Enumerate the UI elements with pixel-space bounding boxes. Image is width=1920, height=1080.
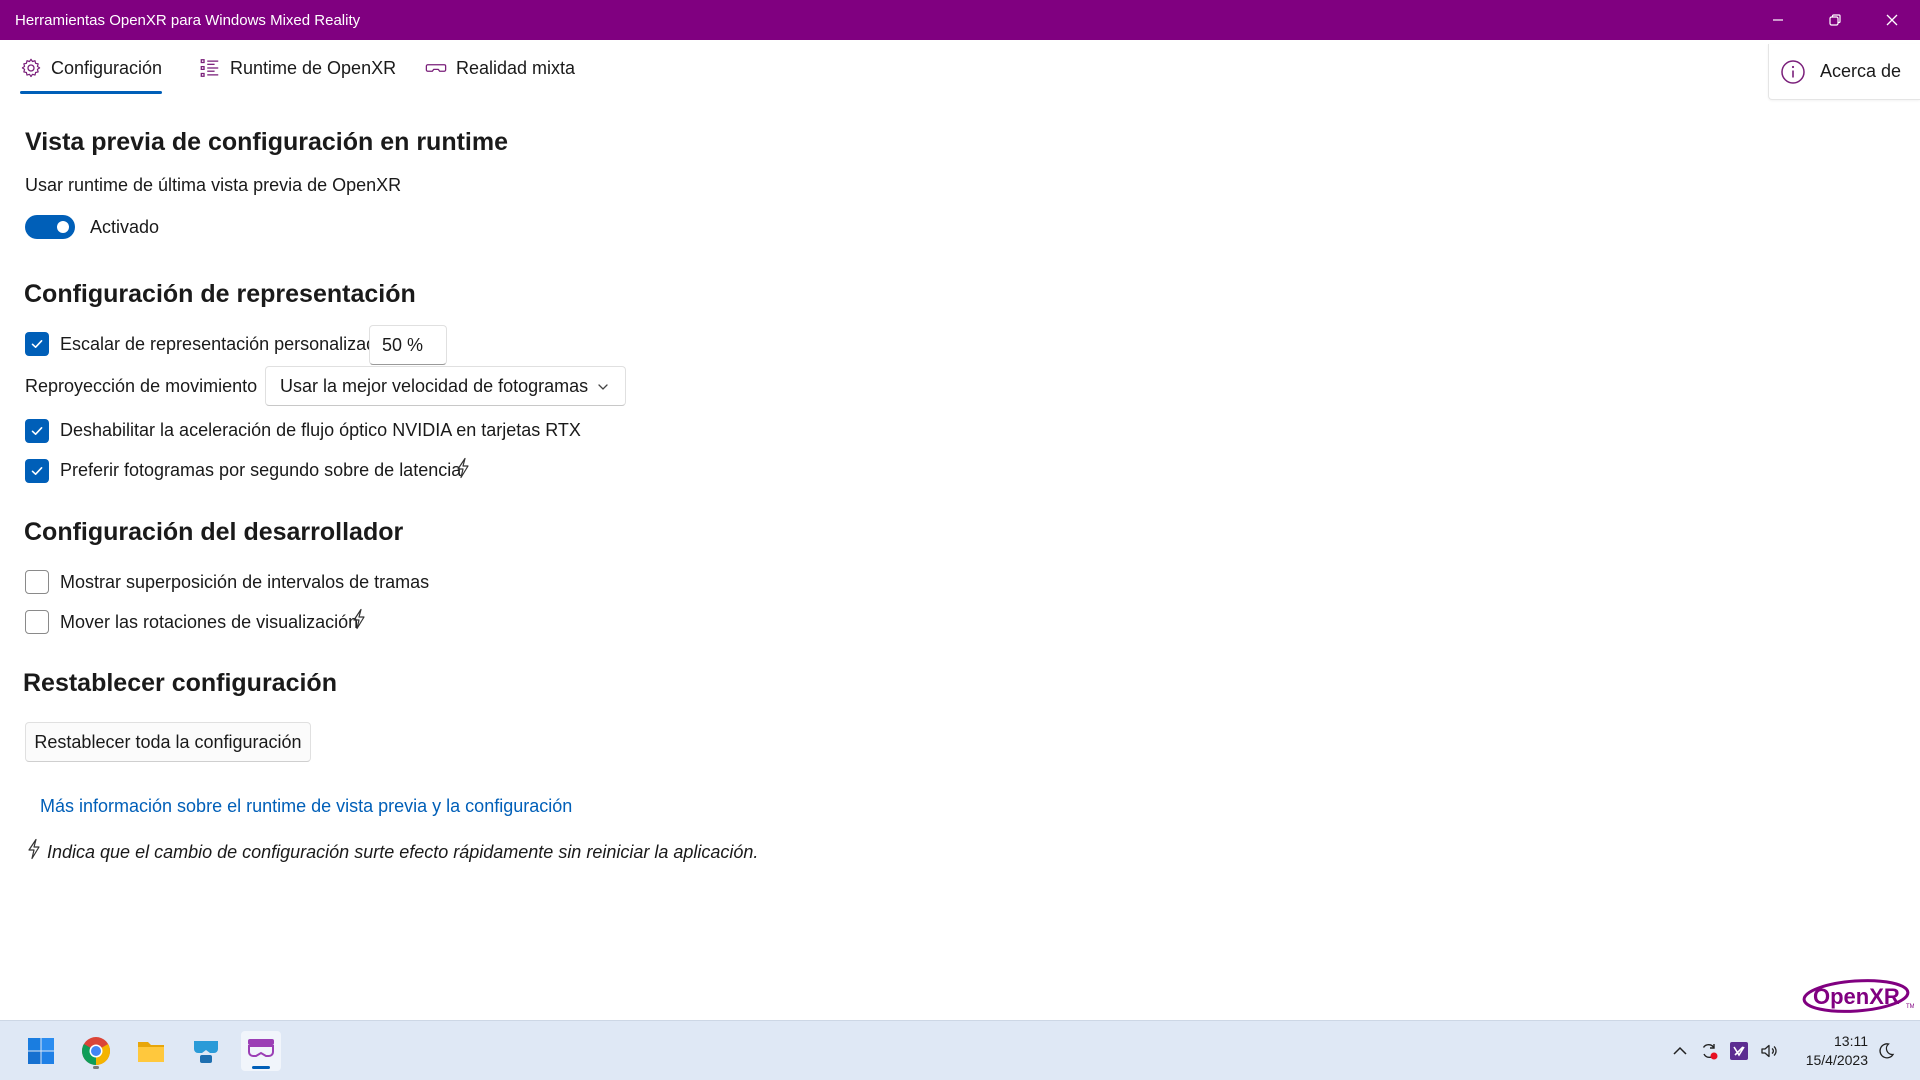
reprojection-selected-value: Usar la mejor velocidad de fotogramas — [280, 375, 589, 396]
tab-runtime[interactable]: Runtime de OpenXR — [199, 40, 396, 96]
title-bar: Herramientas OpenXR para Windows Mixed R… — [0, 0, 1920, 40]
chevron-up-icon — [1673, 1046, 1687, 1055]
windows-start-icon — [28, 1038, 54, 1064]
nvidia-checkbox[interactable] — [25, 419, 49, 443]
more-info-link[interactable]: Más información sobre el runtime de vist… — [40, 796, 572, 817]
start-button[interactable] — [21, 1031, 61, 1071]
lightning-icon — [28, 838, 40, 860]
file-explorer-icon — [138, 1042, 164, 1062]
svg-text:TM: TM — [1906, 1004, 1914, 1010]
custom-scale-input[interactable]: 50 % — [369, 325, 447, 365]
chevron-down-icon — [598, 384, 608, 390]
openxr-logo: OpenXR TM — [1802, 979, 1914, 1013]
tab-realidad-mixta[interactable]: Realidad mixta — [425, 40, 575, 96]
preview-runtime-toggle[interactable] — [25, 215, 75, 239]
minimize-button[interactable] — [1749, 0, 1806, 40]
moon-icon — [1879, 1043, 1895, 1059]
frame-overlay-checkbox[interactable] — [25, 570, 49, 594]
fps-label: Preferir fotogramas por segundo sobre de… — [60, 460, 462, 480]
toggle-state-label: Activado — [90, 217, 160, 237]
speaker-icon — [1761, 1044, 1777, 1058]
volume-tray-button[interactable] — [1757, 1039, 1781, 1063]
reprojection-dropdown[interactable]: Usar la mejor velocidad de fotogramas — [265, 366, 626, 406]
window-title: Herramientas OpenXR para Windows Mixed R… — [15, 11, 361, 29]
minimize-icon — [1772, 19, 1783, 21]
tab-label: Runtime de OpenXR — [230, 57, 397, 78]
chrome-taskbar-button[interactable] — [76, 1031, 116, 1071]
about-button[interactable]: Acerca de — [1768, 44, 1920, 100]
gear-icon — [21, 58, 41, 78]
custom-scale-value: 50 % — [382, 334, 424, 355]
settings-page: Vista previa de configuración en runtime… — [0, 96, 1920, 1020]
chrome-icon — [82, 1037, 110, 1065]
visual-studio-icon — [1730, 1042, 1748, 1060]
lightning-icon — [353, 608, 365, 630]
clock[interactable]: 13:11 15/4/2023 — [1806, 1032, 1868, 1070]
nav-bar: Configuración Runtime de OpenXR Realidad… — [0, 40, 1920, 100]
tab-label: Realidad mixta — [456, 57, 576, 78]
window-controls — [1749, 0, 1920, 40]
toggle-knob — [57, 221, 69, 233]
reset-all-button[interactable]: Restablecer toda la configuración — [25, 722, 311, 762]
file-explorer-taskbar-button[interactable] — [131, 1031, 171, 1071]
sync-tray-button[interactable] — [1697, 1039, 1721, 1063]
custom-scale-checkbox[interactable] — [25, 332, 49, 356]
nvidia-label: Deshabilitar la aceleración de flujo ópt… — [60, 420, 581, 440]
focus-assist-button[interactable] — [1874, 1039, 1898, 1063]
mixed-reality-portal-taskbar-button[interactable] — [186, 1031, 226, 1071]
developer-heading: Configuración del desarrollador — [24, 518, 404, 546]
fps-checkbox[interactable] — [25, 459, 49, 483]
lightning-icon — [457, 457, 469, 479]
clock-date: 15/4/2023 — [1805, 1052, 1868, 1068]
openxr-tools-icon — [248, 1039, 274, 1057]
reset-heading: Restablecer configuración — [23, 669, 337, 697]
show-hidden-icons-button[interactable] — [1668, 1039, 1692, 1063]
checkmark-icon — [31, 467, 43, 475]
tab-active-indicator — [20, 91, 163, 94]
restore-icon — [1828, 14, 1841, 26]
sync-icon — [1702, 1043, 1718, 1060]
render-heading: Configuración de representación — [24, 280, 416, 308]
tab-configuracion[interactable]: Configuración — [20, 40, 163, 96]
restore-button[interactable] — [1806, 0, 1863, 40]
preview-heading: Vista previa de configuración en runtime — [25, 128, 508, 156]
info-icon — [1781, 59, 1805, 84]
frame-overlay-label: Mostrar superposición de intervalos de t… — [60, 572, 430, 592]
quick-apply-note: Indica que el cambio de configuración su… — [47, 842, 759, 862]
visual-studio-tray-button[interactable] — [1727, 1039, 1751, 1063]
taskbar: 13:11 15/4/2023 — [0, 1020, 1920, 1080]
rotation-label: Mover las rotaciones de visualización — [60, 612, 359, 632]
close-button[interactable] — [1863, 0, 1920, 40]
list-icon — [200, 59, 219, 77]
checkmark-icon — [31, 340, 43, 348]
close-icon — [1886, 14, 1897, 26]
tab-label: Configuración — [51, 57, 163, 78]
reprojection-label: Reproyección de movimiento — [25, 376, 258, 396]
reset-all-label: Restablecer toda la configuración — [34, 731, 302, 752]
custom-scale-label: Escalar de representación personalizada — [60, 334, 387, 354]
rotation-checkbox[interactable] — [25, 610, 49, 634]
active-indicator — [252, 1066, 270, 1069]
vr-headset-icon — [425, 64, 447, 72]
preview-description: Usar runtime de última vista previa de O… — [25, 175, 402, 195]
checkmark-icon — [31, 427, 43, 435]
mixed-reality-portal-icon — [194, 1041, 218, 1063]
about-label: Acerca de — [1820, 61, 1902, 81]
clock-time: 13:11 — [1834, 1033, 1868, 1049]
running-indicator — [93, 1066, 99, 1069]
openxr-tools-taskbar-button[interactable] — [241, 1031, 281, 1071]
svg-text:OpenXR: OpenXR — [1813, 984, 1900, 1009]
